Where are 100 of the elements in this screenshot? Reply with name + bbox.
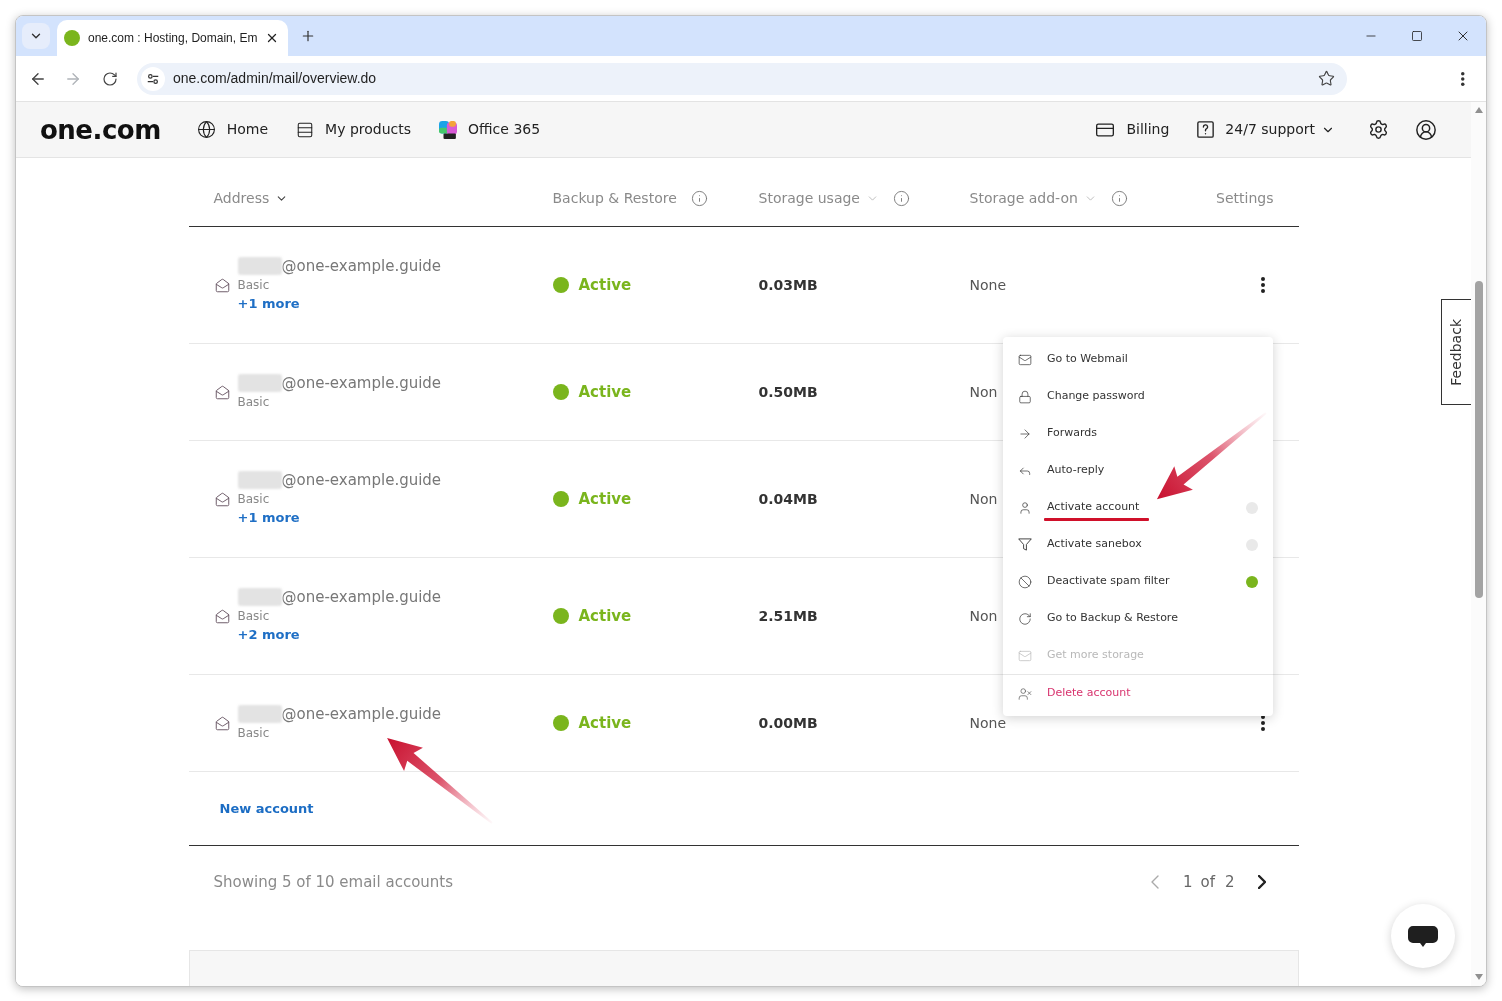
- status-label: Active: [578, 712, 632, 734]
- storage-add-on: None: [969, 713, 1007, 733]
- email-address: @one-example.guide: [281, 373, 442, 393]
- storage-add-on: Non: [969, 606, 998, 626]
- scroll-up-icon[interactable]: [1474, 107, 1483, 113]
- nav-link[interactable]: My products: [296, 119, 412, 140]
- refresh-icon: [1018, 611, 1032, 626]
- storage-add-on: Non: [969, 382, 998, 402]
- padlock-icon: [1018, 389, 1032, 404]
- header-link[interactable]: Billing: [1095, 119, 1170, 140]
- storage-add-on: Non: [969, 489, 998, 509]
- favicon-icon: [64, 30, 80, 46]
- storage-add-on: None: [969, 275, 1007, 295]
- open-envelope-icon: [214, 384, 230, 400]
- chevron-left-icon: [1150, 875, 1159, 889]
- open-envelope-icon: [214, 608, 230, 624]
- person-icon: [1018, 500, 1032, 515]
- envelope-icon: [1018, 352, 1032, 367]
- more-vertical-icon: [1260, 277, 1265, 293]
- scrollbar-thumb[interactable]: [1474, 281, 1483, 598]
- column-sort-button[interactable]: Storage usage: [758, 188, 879, 209]
- ban-icon: [1018, 574, 1032, 589]
- blurred-username: [237, 374, 282, 392]
- plus-icon: [300, 28, 316, 44]
- storage-usage: 0.50MB: [758, 382, 818, 402]
- chat-button[interactable]: [1391, 904, 1455, 968]
- chat-bubble-icon: [1408, 925, 1438, 947]
- menu-item[interactable]: Auto-reply: [1003, 452, 1273, 489]
- sliders-icon: [146, 71, 160, 86]
- arrow-right-icon: [1018, 426, 1032, 441]
- feedback-tab[interactable]: Feedback: [1441, 299, 1471, 405]
- nav-link[interactable]: Office 365: [439, 119, 541, 140]
- chevron-right-icon: [1257, 875, 1266, 889]
- bookmark-star-icon[interactable]: [1318, 70, 1335, 87]
- menu-item[interactable]: Forwards: [1003, 415, 1273, 452]
- menu-item[interactable]: Change password: [1003, 378, 1273, 415]
- status-label: Active: [578, 274, 632, 296]
- email-address: @one-example.guide: [281, 470, 442, 490]
- info-icon[interactable]: [1110, 190, 1128, 207]
- status-label: Active: [578, 381, 632, 403]
- more-aliases-link[interactable]: +2 more: [237, 625, 300, 645]
- list-icon: [296, 120, 315, 139]
- storage-usage: 0.00MB: [758, 713, 818, 733]
- more-aliases-link[interactable]: +1 more: [237, 294, 300, 314]
- more-vertical-icon: [1461, 71, 1465, 86]
- plan-label: Basic: [237, 608, 270, 625]
- scroll-down-icon[interactable]: [1474, 974, 1483, 980]
- more-vertical-icon: [1260, 715, 1265, 731]
- column-header: Settings: [1216, 189, 1274, 208]
- open-envelope-icon: [214, 277, 230, 293]
- tab-list-button[interactable]: [22, 23, 50, 49]
- close-icon: [265, 31, 279, 45]
- account-icon[interactable]: [1415, 118, 1437, 141]
- more-aliases-link[interactable]: +1 more: [237, 508, 300, 528]
- address-bar[interactable]: one.com/admin/mail/overview.do: [137, 62, 1347, 95]
- plan-label: Basic: [237, 491, 270, 508]
- question-square-icon: [1197, 121, 1215, 138]
- site-info-button[interactable]: [141, 66, 165, 91]
- person-remove-icon: [1018, 686, 1032, 701]
- email-address: @one-example.guide: [281, 256, 442, 276]
- menu-item[interactable]: Go to Backup & Restore: [1003, 600, 1273, 637]
- envelope-icon: [1018, 648, 1032, 663]
- email-address: @one-example.guide: [281, 587, 442, 607]
- reload-icon: [102, 70, 118, 87]
- plan-label: Basic: [237, 394, 270, 411]
- plan-label: Basic: [237, 277, 270, 294]
- support-menu-link[interactable]: 24/7 support: [1197, 119, 1335, 140]
- column-sort-button[interactable]: Storage add-on: [969, 188, 1097, 209]
- menu-item[interactable]: Deactivate spam filter: [1003, 563, 1273, 600]
- info-icon[interactable]: [893, 190, 910, 207]
- open-envelope-icon: [214, 715, 230, 731]
- new-account-link[interactable]: New account: [219, 798, 314, 819]
- office-logo-icon: [439, 120, 458, 139]
- info-icon[interactable]: [690, 190, 708, 207]
- current-page: 1: [1182, 871, 1193, 893]
- logo[interactable]: one.com: [40, 116, 161, 143]
- browser-tab[interactable]: one.com : Hosting, Domain, Em: [57, 20, 288, 56]
- menu-item[interactable]: Activate sanebox: [1003, 526, 1273, 563]
- page-total: 2: [1224, 871, 1235, 893]
- settings-icon[interactable]: [1368, 119, 1389, 140]
- page-of-label: of: [1200, 871, 1215, 893]
- storage-usage: 0.04MB: [758, 489, 818, 509]
- status-label: Active: [578, 488, 632, 510]
- blurred-username: [237, 705, 282, 723]
- maximize-icon: [1411, 30, 1423, 42]
- globe-icon: [196, 120, 216, 139]
- column-sort-button[interactable]: Address: [213, 188, 289, 209]
- nav-link[interactable]: Home: [196, 119, 269, 140]
- storage-usage: 2.51MB: [758, 606, 818, 626]
- blurred-username: [237, 471, 282, 489]
- email-address: @one-example.guide: [281, 704, 442, 724]
- blurred-username: [237, 588, 282, 606]
- status-label: Active: [578, 605, 632, 627]
- menu-item[interactable]: Go to Webmail: [1003, 341, 1273, 378]
- plan-label: Basic: [237, 725, 270, 742]
- results-summary: Showing 5 of 10 email accounts: [213, 871, 454, 893]
- blurred-username: [237, 257, 282, 275]
- menu-item[interactable]: Delete account: [1003, 674, 1273, 712]
- open-envelope-icon: [214, 491, 230, 507]
- funnel-icon: [1018, 538, 1032, 551]
